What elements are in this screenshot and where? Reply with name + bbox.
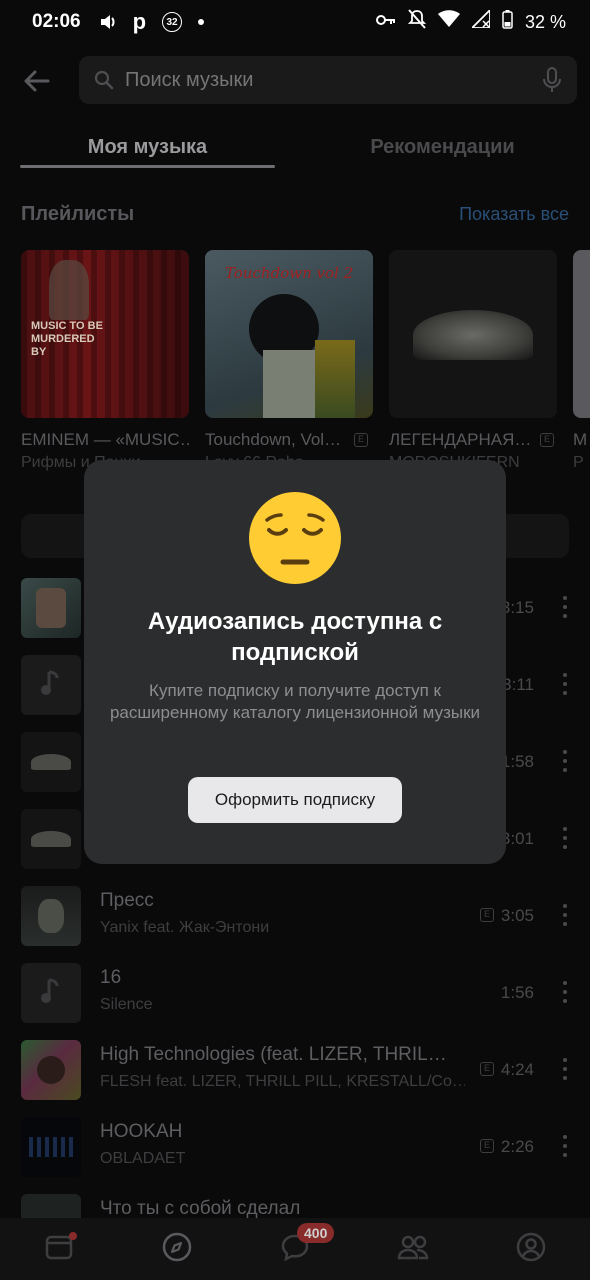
volume-icon bbox=[99, 13, 117, 31]
track-cover bbox=[21, 886, 81, 946]
profile-icon bbox=[515, 1231, 547, 1268]
music-note-icon bbox=[39, 668, 63, 703]
subscribe-button[interactable]: Оформить подписку bbox=[188, 777, 402, 823]
playlist-card[interactable]: M Р bbox=[573, 250, 590, 472]
track-title: HOOKAH bbox=[100, 1121, 183, 1142]
playlist-cover: Touchdown vol 2 bbox=[205, 250, 373, 418]
more-options-icon[interactable] bbox=[562, 673, 568, 695]
track-artist: Yanix feat. Жак-Энтони bbox=[100, 919, 270, 936]
nav-profile[interactable] bbox=[511, 1229, 551, 1269]
playlist-cover bbox=[389, 250, 557, 418]
playlist-cover: MUSIC TO BE MURDERED BY bbox=[21, 250, 189, 418]
more-options-icon[interactable] bbox=[562, 750, 568, 772]
active-tab-indicator bbox=[20, 165, 275, 168]
track-cover bbox=[21, 809, 81, 869]
track-cover bbox=[21, 732, 81, 792]
wifi-icon bbox=[437, 10, 460, 34]
cover-text: MUSIC TO BE MURDERED BY bbox=[31, 320, 103, 358]
status-time: 02:06 bbox=[32, 11, 81, 32]
track-cover bbox=[21, 963, 81, 1023]
track-title: Пресс bbox=[100, 890, 154, 911]
explicit-icon: E bbox=[480, 1139, 494, 1153]
track-title: 16 bbox=[100, 967, 122, 988]
status-bar: 02:06 p 32 32 % bbox=[0, 0, 590, 44]
friends-icon bbox=[396, 1232, 430, 1267]
more-options-icon[interactable] bbox=[562, 981, 568, 1003]
explicit-icon: E bbox=[480, 908, 494, 922]
track-duration: 1:56 bbox=[500, 983, 534, 1002]
track-title: Что ты с собой сделал bbox=[100, 1198, 301, 1219]
playlists-title: Плейлисты bbox=[21, 203, 135, 225]
tab-my-music[interactable]: Моя музыка bbox=[0, 124, 295, 170]
modal-title: Аудиозапись доступна с подпиской bbox=[147, 608, 443, 666]
battery-icon bbox=[502, 9, 513, 35]
search-icon bbox=[93, 69, 115, 91]
modal-description: Купите подписку и получите доступ к расш… bbox=[109, 681, 481, 722]
key-icon bbox=[375, 11, 396, 33]
playlist-name: ЛЕГЕНДАРНАЯ… bbox=[389, 430, 532, 449]
tab-recommendations[interactable]: Рекомендации bbox=[295, 124, 590, 170]
track-artist: FLESH feat. LIZER, THRILL PILL, KRESTALL… bbox=[100, 1073, 465, 1090]
more-options-icon[interactable] bbox=[562, 596, 568, 618]
track-row[interactable]: HOOKAH OBLADAET E 2:26 bbox=[0, 1117, 590, 1181]
subscription-modal: Аудиозапись доступна с подпиской Купите … bbox=[84, 460, 506, 864]
nav-feed[interactable] bbox=[39, 1229, 79, 1269]
track-row[interactable]: Пресс Yanix feat. Жак-Энтони E 3:05 bbox=[0, 886, 590, 950]
show-all-link[interactable]: Показать все bbox=[459, 204, 569, 225]
playlist-name: EMINEM — «MUSIC… bbox=[21, 430, 189, 449]
parking-icon: p bbox=[132, 9, 147, 34]
nav-friends[interactable] bbox=[393, 1229, 433, 1269]
unread-dot bbox=[69, 1232, 77, 1240]
pensive-face-icon bbox=[247, 490, 343, 586]
more-options-icon[interactable] bbox=[562, 1058, 568, 1080]
track-duration: 3:05 bbox=[500, 906, 534, 925]
playlist-card[interactable]: MUSIC TO BE MURDERED BY EMINEM — «MUSIC…… bbox=[21, 250, 189, 472]
track-artist: Silence bbox=[100, 996, 153, 1013]
track-row[interactable]: 16 Silence 1:56 bbox=[0, 963, 590, 1027]
track-cover bbox=[21, 1040, 81, 1100]
playlist-name: M bbox=[573, 430, 588, 449]
playlist-author: Р bbox=[573, 454, 584, 471]
back-arrow-icon[interactable] bbox=[22, 66, 52, 96]
bottom-navigation: 400 bbox=[0, 1218, 590, 1280]
battery-percent: 32 % bbox=[524, 11, 566, 32]
track-duration: 3:11 bbox=[502, 675, 534, 694]
signal-icon bbox=[469, 7, 491, 34]
compass-icon bbox=[161, 1231, 193, 1268]
track-row[interactable]: High Technologies (feat. LIZER, THRIL… F… bbox=[0, 1040, 590, 1104]
track-title: High Technologies (feat. LIZER, THRIL… bbox=[100, 1044, 447, 1065]
track-cover bbox=[21, 655, 81, 715]
track-duration: 2:26 bbox=[500, 1137, 534, 1156]
cover-text: Touchdown vol 2 bbox=[225, 264, 354, 282]
playlists-carousel: MUSIC TO BE MURDERED BY EMINEM — «MUSIC…… bbox=[0, 250, 590, 480]
search-input[interactable] bbox=[125, 68, 541, 92]
more-options-icon[interactable] bbox=[562, 1135, 568, 1157]
more-options-icon[interactable] bbox=[562, 827, 568, 849]
nav-discover[interactable] bbox=[157, 1229, 197, 1269]
notification-count-icon: 32 bbox=[162, 12, 183, 32]
mute-bell-icon bbox=[407, 9, 427, 35]
music-tabs: Моя музыка Рекомендации bbox=[0, 124, 590, 170]
dot-icon bbox=[198, 19, 205, 25]
explicit-icon: E bbox=[480, 1062, 494, 1076]
explicit-icon: E bbox=[540, 433, 554, 447]
track-cover bbox=[21, 1117, 81, 1177]
microphone-icon[interactable] bbox=[541, 67, 563, 93]
more-options-icon[interactable] bbox=[562, 904, 568, 926]
search-bar[interactable] bbox=[79, 56, 577, 104]
explicit-icon: E bbox=[354, 433, 368, 447]
track-duration: 4:24 bbox=[500, 1060, 534, 1079]
playlist-cover bbox=[573, 250, 590, 418]
playlist-card[interactable]: ЛЕГЕНДАРНАЯ… MOROSHKIFERN bbox=[389, 250, 557, 472]
app-header bbox=[0, 54, 590, 108]
messages-badge: 400 bbox=[297, 1223, 335, 1243]
playlist-name: Touchdown, Vol… bbox=[205, 430, 342, 449]
nav-messages[interactable]: 400 bbox=[275, 1223, 335, 1269]
music-note-icon bbox=[39, 976, 63, 1011]
playlist-card[interactable]: Touchdown vol 2 Touchdown, Vol… Lovv 66 … bbox=[205, 250, 373, 472]
track-cover bbox=[21, 578, 81, 638]
track-artist: OBLADAET bbox=[100, 1150, 186, 1167]
